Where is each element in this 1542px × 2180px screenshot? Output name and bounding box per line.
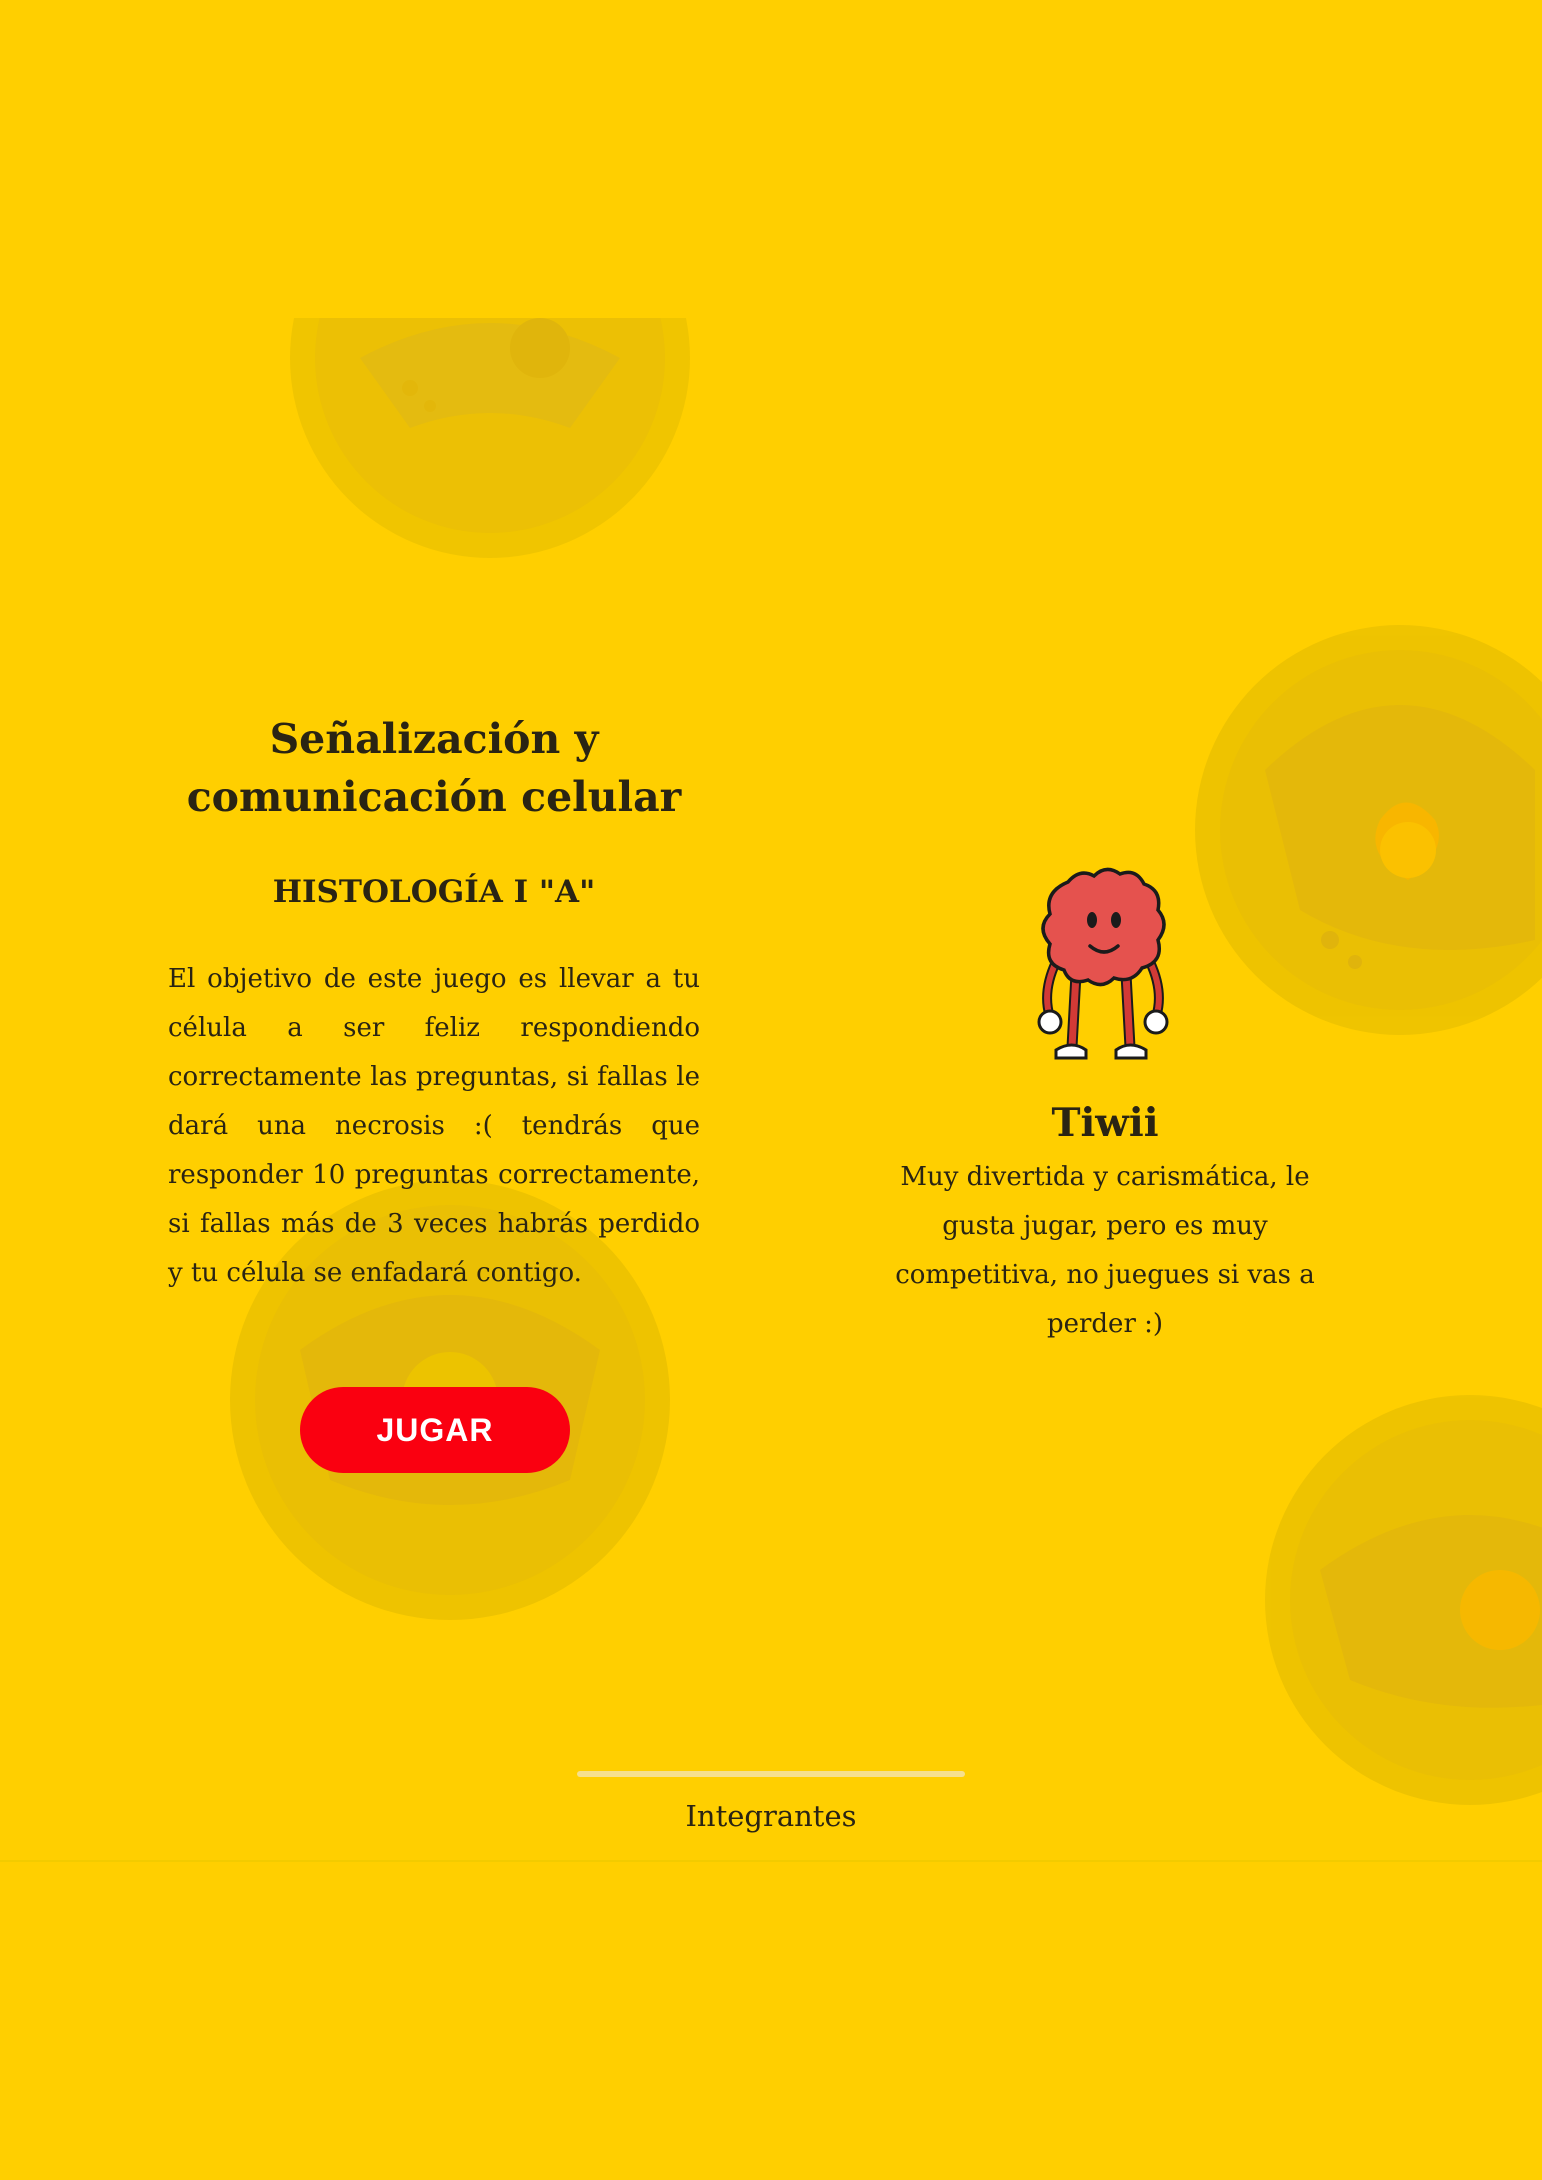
background-cell-bottom-right-icon	[1265, 1395, 1542, 1805]
members-link[interactable]: Integrantes	[577, 1796, 965, 1836]
course-subtitle: HISTOLOGÍA I "A"	[272, 874, 596, 910]
background-cell-right-icon	[1195, 625, 1542, 1035]
footer-divider-line	[577, 1771, 965, 1777]
page-title: Señalización y comunicación celular	[186, 715, 682, 821]
page-bottom-divider	[0, 1860, 1542, 1862]
character-description: Muy divertida y carismática, le gusta ju…	[895, 1162, 1315, 1339]
character-name: Tiwii	[1051, 1100, 1159, 1146]
game-description: El objetivo de este juego es llevar a tu…	[168, 964, 700, 1288]
cell-mascot-icon	[1037, 867, 1169, 1060]
play-button[interactable]: JUGAR	[300, 1387, 570, 1473]
background-cell-top-icon	[290, 318, 690, 558]
